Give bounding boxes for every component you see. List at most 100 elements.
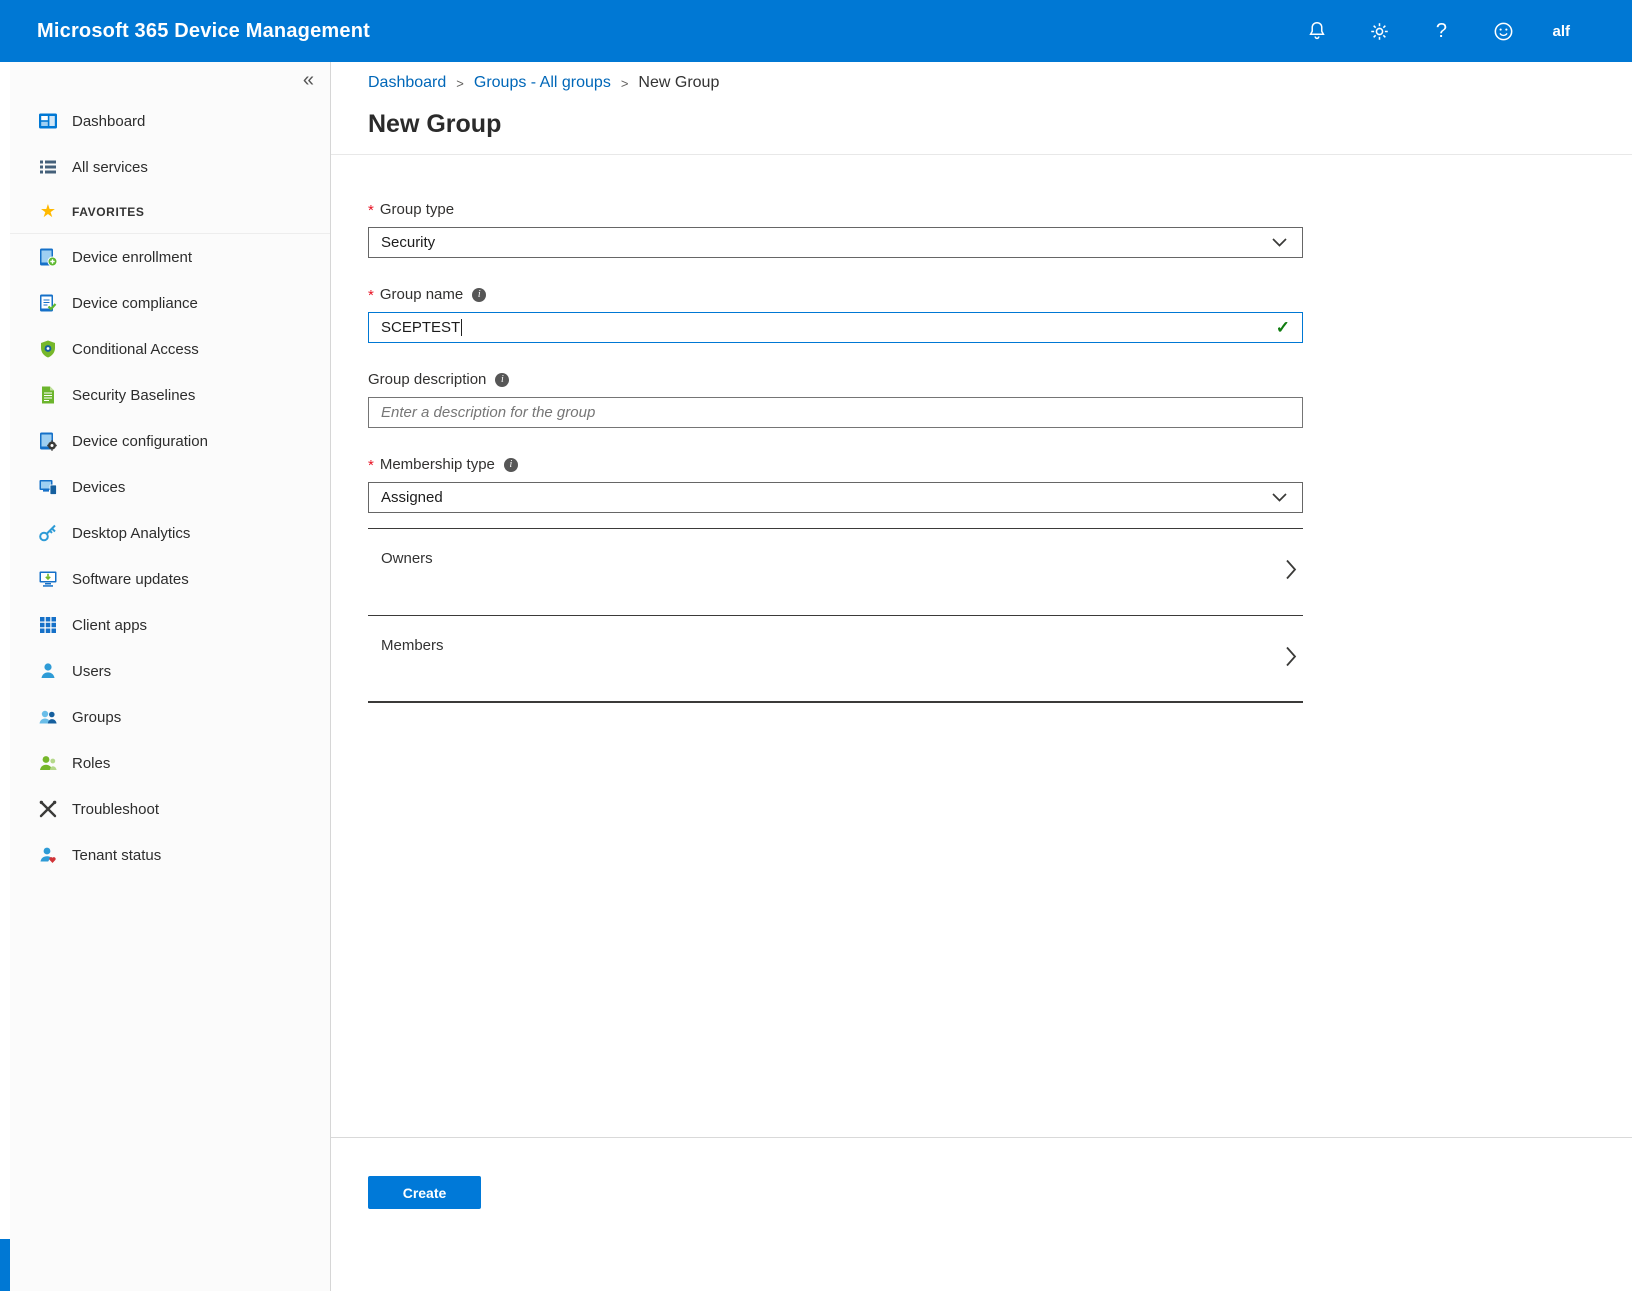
sidebar-item-label: Device configuration (72, 433, 208, 450)
group-description-field: Group description i (368, 371, 1303, 428)
sidebar-item-label: Troubleshoot (72, 801, 159, 818)
main-content: Dashboard > Groups - All groups > New Gr… (331, 62, 1632, 1291)
breadcrumb: Dashboard > Groups - All groups > New Gr… (368, 74, 1632, 92)
favorites-header: ★ FAVORITES (10, 190, 330, 234)
group-type-value: Security (381, 234, 435, 251)
group-description-input[interactable] (368, 397, 1303, 428)
sidebar-item-desktop-analytics[interactable]: Desktop Analytics (10, 510, 330, 556)
sidebar-item-label: Tenant status (72, 847, 161, 864)
sidebar-item-software-updates[interactable]: Software updates (10, 556, 330, 602)
membership-type-field: * Membership type i Assigned (368, 456, 1303, 513)
membership-type-select[interactable]: Assigned (368, 482, 1303, 513)
sidebar-item-device-configuration[interactable]: Device configuration (10, 418, 330, 464)
sidebar-item-dashboard[interactable]: Dashboard (10, 98, 330, 144)
new-group-form: * Group type Security * Group name i (368, 201, 1303, 703)
group-type-field: * Group type Security (368, 201, 1303, 258)
info-icon[interactable]: i (495, 373, 509, 387)
sidebar-item-groups[interactable]: Groups (10, 694, 330, 740)
sidebar-item-devices[interactable]: Devices (10, 464, 330, 510)
tenant-status-icon (37, 844, 59, 866)
chevron-right-icon (1285, 645, 1297, 672)
left-gutter (0, 62, 10, 1291)
info-icon[interactable]: i (504, 458, 518, 472)
sidebar-item-label: Roles (72, 755, 110, 772)
valid-check-icon: ✓ (1276, 318, 1290, 338)
user-name[interactable]: alf (1552, 23, 1570, 40)
sidebar-item-label: Devices (72, 479, 125, 496)
users-icon (37, 660, 59, 682)
sidebar-item-label: Device enrollment (72, 249, 192, 266)
info-icon[interactable]: i (472, 288, 486, 302)
roles-icon (37, 752, 59, 774)
security-baselines-icon (37, 384, 59, 406)
text-cursor (461, 319, 462, 336)
conditional-access-icon (37, 338, 59, 360)
group-name-value: SCEPTEST (381, 319, 460, 336)
members-label: Members (381, 637, 444, 654)
help-icon[interactable]: ? (1428, 18, 1454, 44)
sidebar-item-label: Software updates (72, 571, 189, 588)
group-name-field: * Group name i SCEPTEST ✓ (368, 286, 1303, 343)
groups-icon (37, 706, 59, 728)
sidebar-item-label: Desktop Analytics (72, 525, 190, 542)
breadcrumb-current: New Group (638, 74, 719, 92)
sidebar-item-client-apps[interactable]: Client apps (10, 602, 330, 648)
sidebar-item-label: Conditional Access (72, 341, 199, 358)
page-title: New Group (368, 110, 1632, 139)
membership-type-value: Assigned (381, 489, 443, 506)
chevron-right-icon (1285, 559, 1297, 586)
sidebar-item-label: Users (72, 663, 111, 680)
breadcrumb-separator: > (621, 75, 629, 91)
device-configuration-icon (37, 430, 59, 452)
collapse-sidebar-button[interactable]: « (303, 70, 314, 90)
group-description-label: Group description i (368, 371, 1303, 388)
sidebar-item-label: Groups (72, 709, 121, 726)
create-button[interactable]: Create (368, 1176, 481, 1209)
chevron-down-icon (1268, 487, 1290, 509)
all-services-icon (37, 156, 59, 178)
sidebar-item-roles[interactable]: Roles (10, 740, 330, 786)
required-asterisk: * (368, 202, 374, 219)
sidebar-item-device-compliance[interactable]: Device compliance (10, 280, 330, 326)
smiley-icon[interactable] (1490, 18, 1516, 44)
dashboard-icon (37, 110, 59, 132)
sidebar-item-users[interactable]: Users (10, 648, 330, 694)
topbar: Microsoft 365 Device Management ? alf (0, 0, 1632, 62)
sidebar-item-label: Security Baselines (72, 387, 195, 404)
sidebar-item-device-enrollment[interactable]: Device enrollment (10, 234, 330, 280)
owners-row[interactable]: Owners (368, 529, 1303, 615)
chevron-down-icon (1268, 232, 1290, 254)
sidebar-item-tenant-status[interactable]: Tenant status (10, 832, 330, 878)
sidebar-item-label: Device compliance (72, 295, 198, 312)
troubleshoot-icon (37, 798, 59, 820)
bottom-left-accent (0, 1239, 10, 1291)
required-asterisk: * (368, 457, 374, 474)
software-updates-icon (37, 568, 59, 590)
breadcrumb-dashboard[interactable]: Dashboard (368, 74, 446, 92)
sidebar-item-all-services[interactable]: All services (10, 144, 330, 190)
devices-icon (37, 476, 59, 498)
sidebar-item-label: Client apps (72, 617, 147, 634)
group-type-label: * Group type (368, 201, 1303, 218)
footer-divider (331, 1137, 1632, 1138)
sidebar-item-conditional-access[interactable]: Conditional Access (10, 326, 330, 372)
breadcrumb-groups-all-groups[interactable]: Groups - All groups (474, 74, 611, 92)
members-row[interactable]: Members (368, 615, 1303, 701)
bell-icon[interactable] (1304, 18, 1330, 44)
app-title: Microsoft 365 Device Management (37, 20, 370, 43)
sidebar-item-label: Dashboard (72, 113, 145, 130)
group-type-select[interactable]: Security (368, 227, 1303, 258)
sidebar: « Dashboard All services ★ FAVORITES Dev… (10, 62, 331, 1291)
star-icon: ★ (37, 201, 59, 222)
gear-icon[interactable] (1366, 18, 1392, 44)
owners-label: Owners (381, 550, 433, 567)
favorites-label: FAVORITES (72, 205, 145, 219)
header-divider (331, 154, 1632, 155)
owners-members-panel: Owners Members (368, 528, 1303, 703)
sidebar-item-security-baselines[interactable]: Security Baselines (10, 372, 330, 418)
desktop-analytics-icon (37, 522, 59, 544)
sidebar-item-troubleshoot[interactable]: Troubleshoot (10, 786, 330, 832)
group-name-input[interactable]: SCEPTEST ✓ (368, 312, 1303, 343)
required-asterisk: * (368, 287, 374, 304)
breadcrumb-separator: > (456, 75, 464, 91)
